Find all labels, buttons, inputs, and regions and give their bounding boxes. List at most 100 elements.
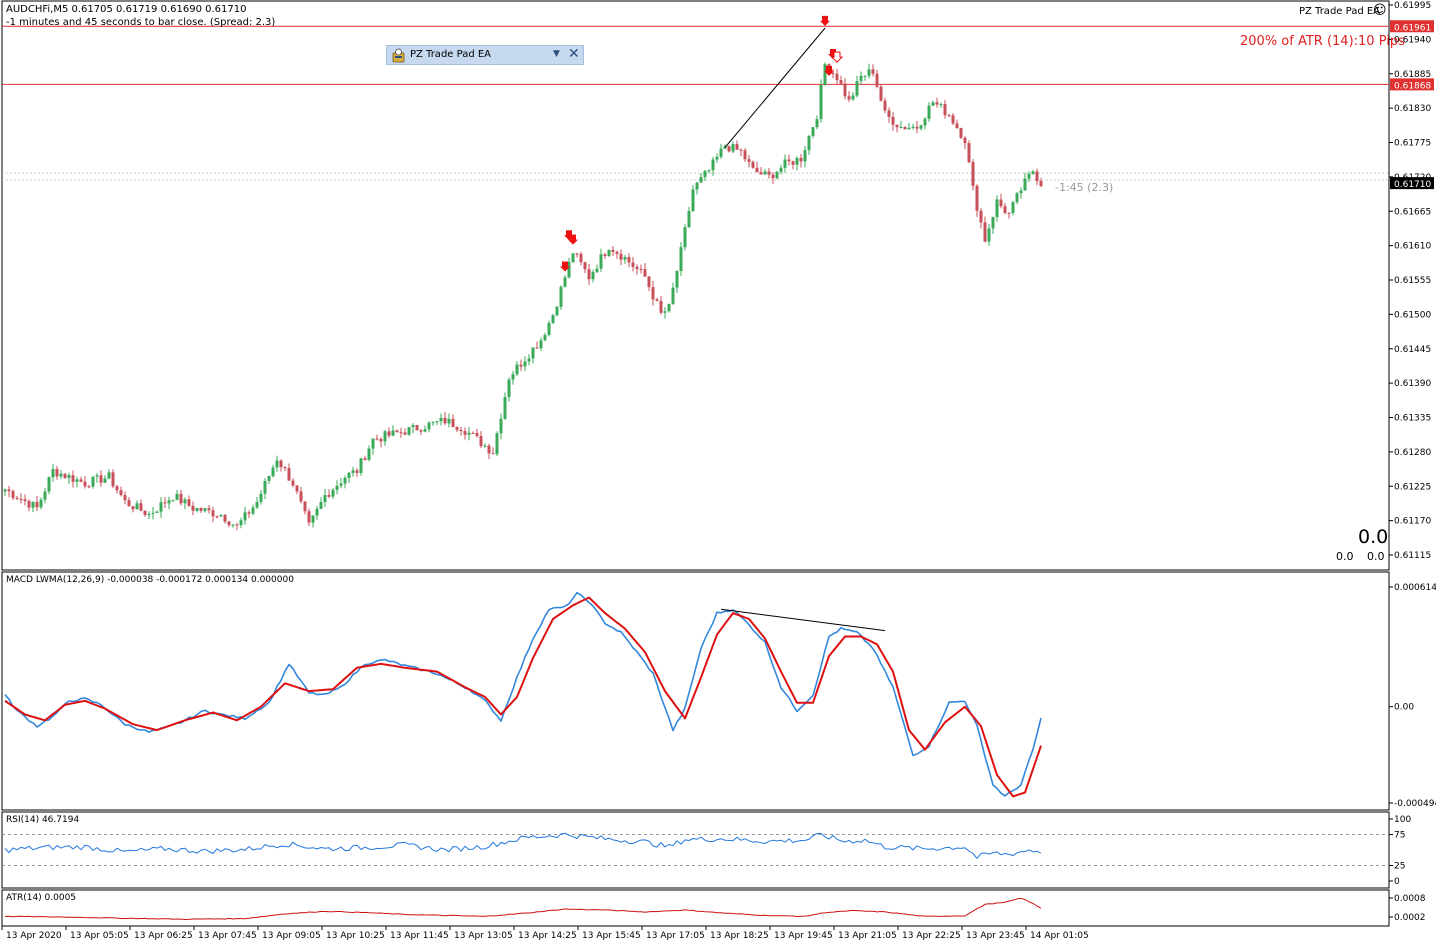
candle-body — [799, 157, 803, 162]
level-lower-tag: 0.61868 — [1394, 81, 1431, 91]
time-tick-label: 13 Apr 19:45 — [774, 931, 833, 941]
candle-body — [795, 157, 799, 165]
price-tick-label: 0.61610 — [1394, 242, 1431, 252]
candle-body — [543, 334, 547, 341]
candle-body — [903, 127, 907, 130]
candle-body — [203, 508, 207, 511]
candle-body — [295, 485, 299, 492]
candle-body — [351, 470, 355, 473]
candle-body — [643, 269, 647, 277]
candle-body — [527, 358, 531, 362]
rsi-tick-label: 0 — [1394, 877, 1400, 887]
macd-signal-line — [4, 596, 1042, 798]
candle-body — [523, 361, 527, 367]
candle-body — [63, 473, 67, 478]
candle-body — [127, 500, 131, 507]
candle-body — [967, 143, 971, 163]
candle-body — [107, 472, 111, 479]
candle-body — [555, 306, 559, 316]
price-trendline — [724, 27, 826, 148]
candle-body — [959, 127, 963, 138]
candle-body — [695, 182, 699, 190]
trade-pad-panel[interactable]: PZ Trade Pad EA ▼ ✕ — [386, 45, 584, 65]
candle-body — [363, 458, 367, 460]
candle-body — [19, 498, 23, 500]
candle-body — [79, 479, 83, 482]
time-tick-label: 13 Apr 07:45 — [198, 931, 257, 941]
candle-body — [163, 502, 167, 504]
candle-body — [59, 473, 63, 477]
chevron-down-icon[interactable]: ▼ — [553, 49, 560, 59]
ea-name-label: PZ Trade Pad EA — [1299, 6, 1381, 17]
candle-body — [359, 458, 363, 473]
price-tick-label: 0.61830 — [1394, 104, 1431, 114]
candle-body — [419, 430, 423, 432]
candle-body — [423, 429, 427, 432]
panel-frame-2 — [1, 811, 1390, 889]
close-icon[interactable]: ✕ — [568, 46, 580, 62]
candle-body — [395, 430, 399, 433]
candle-body — [611, 249, 615, 252]
chart-canvas[interactable]: 0.619950.619400.618850.618300.617750.617… — [0, 0, 1436, 945]
candle-body — [659, 301, 663, 313]
candle-body — [251, 507, 255, 514]
candle-body — [735, 144, 739, 150]
candle-body — [515, 364, 519, 375]
price-tick-label: 0.61280 — [1394, 448, 1431, 458]
candle-body — [683, 227, 687, 248]
candle-body — [75, 479, 79, 482]
candle-body — [387, 431, 391, 436]
candle-body — [219, 514, 223, 517]
candle-body — [807, 135, 811, 151]
candle-body — [307, 511, 311, 523]
candle-body — [331, 489, 335, 497]
candle-body — [71, 475, 75, 482]
panel-frame-3 — [1, 889, 1390, 927]
candle-body — [731, 144, 735, 152]
small-zero-left: 0.0 — [1336, 550, 1354, 563]
candle-body — [847, 96, 851, 100]
candle-body — [767, 171, 771, 175]
rsi-line — [4, 832, 1042, 859]
candle-body — [191, 505, 195, 511]
candle-body — [1015, 193, 1019, 203]
candle-body — [147, 513, 151, 515]
candle-body — [7, 489, 11, 492]
candle-body — [871, 69, 875, 74]
candle-body — [227, 521, 231, 526]
candle-body — [819, 84, 823, 120]
candle-body — [775, 171, 779, 179]
candle-body — [551, 315, 555, 323]
candle-body — [491, 453, 495, 455]
time-tick-label: 13 Apr 05:05 — [70, 931, 129, 941]
candle-body — [887, 110, 891, 117]
candle-body — [103, 478, 107, 483]
candle-body — [1019, 190, 1023, 194]
big-zero-value: 0.0 — [1358, 526, 1389, 548]
candle-body — [459, 429, 463, 432]
bar-close-timer: -1 minutes and 45 seconds to bar close. … — [6, 17, 276, 28]
time-tick-label: 13 Apr 10:25 — [326, 931, 385, 941]
candle-body — [1003, 206, 1007, 213]
candle-body — [943, 104, 947, 116]
candle-body — [499, 418, 503, 434]
candle-body — [311, 515, 315, 523]
candle-body — [231, 524, 235, 526]
candle-body — [811, 127, 815, 136]
candle-body — [447, 418, 451, 424]
candle-body — [947, 115, 951, 117]
candle-body — [111, 472, 115, 487]
candle-body — [603, 254, 607, 257]
price-tick-label: 0.61390 — [1394, 379, 1431, 389]
candle-body — [951, 115, 955, 124]
candle-body — [115, 486, 119, 491]
candle-body — [239, 520, 243, 526]
candle-body — [935, 102, 939, 105]
candle-body — [715, 156, 719, 160]
candle-body — [547, 322, 551, 335]
candle-body — [415, 424, 419, 431]
macd-tick-label: 0.000614 — [1394, 583, 1436, 593]
trade-pad-icon — [392, 48, 405, 63]
candle-body — [95, 475, 99, 477]
symbol-info: AUDCHFi,M5 0.61705 0.61719 0.61690 0.617… — [6, 4, 247, 15]
